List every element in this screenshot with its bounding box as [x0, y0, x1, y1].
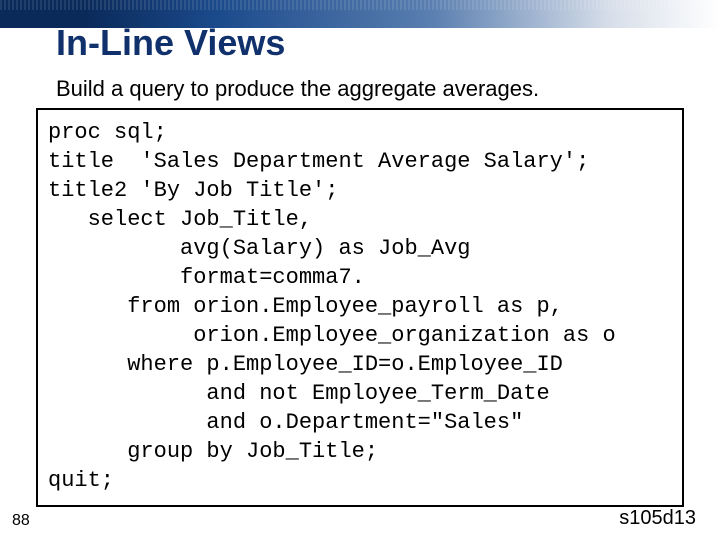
slide-subtitle: Build a query to produce the aggregate a… — [56, 76, 539, 102]
footer-code: s105d13 — [619, 507, 696, 530]
page-number: 88 — [12, 512, 30, 530]
slide-title: In-Line Views — [56, 22, 285, 64]
code-block: proc sql; title 'Sales Department Averag… — [36, 108, 684, 507]
slide: In-Line Views Build a query to produce t… — [0, 0, 720, 540]
